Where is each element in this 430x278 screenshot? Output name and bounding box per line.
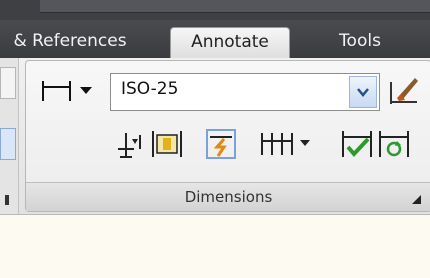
dimension-style-value: ISO-25 [121,79,179,99]
previous-panel-slot[interactable] [0,67,16,99]
reassociate-dimension-icon [342,131,372,157]
dimension-style-icon [390,78,418,104]
update-dimension-icon [379,131,409,157]
ribbon-tab-bar: & References Annotate Tools [0,20,430,59]
chevron-down-icon [80,87,92,94]
dimensions-panel-label: Dimensions [184,188,273,206]
update-dimension-button[interactable] [377,127,411,161]
title-bar [40,0,430,13]
canvas-area [0,215,430,278]
previous-panel-slot-selected[interactable] [0,128,16,160]
continue-dimension-button[interactable] [258,127,314,161]
linear-dimension-icon [42,81,92,101]
linear-dimension-button[interactable] [40,75,100,107]
tab-references[interactable]: & References [0,27,140,58]
tab-tools[interactable]: Tools [320,27,400,58]
continue-dimension-icon [261,133,310,155]
chevron-down-icon [300,140,310,146]
dimensions-panel: ISO-25 Dimensions [25,60,430,212]
baseline-dimension-button[interactable] [114,127,148,161]
dimension-style-manager-button[interactable] [387,74,421,108]
dimension-break-button[interactable] [204,127,238,161]
previous-panel-stub [0,58,19,214]
dimension-style-select[interactable]: ISO-25 [110,73,380,111]
panel-launcher-icon[interactable] [412,195,421,204]
dimension-style-dropdown-button[interactable] [349,76,377,108]
dimension-break-icon [206,129,236,159]
previous-panel-caret [5,195,9,205]
reassociate-dimension-button[interactable] [340,127,374,161]
chevron-down-icon [357,88,369,97]
dimensions-panel-title: Dimensions [26,182,430,211]
title-strip [0,0,430,20]
tab-annotate[interactable]: Annotate [170,27,290,59]
inspect-dimension-icon [152,131,182,157]
ribbon-body: ISO-25 Dimensions [0,58,430,215]
baseline-dimension-icon [118,133,141,158]
inspect-dimension-button[interactable] [151,127,185,161]
